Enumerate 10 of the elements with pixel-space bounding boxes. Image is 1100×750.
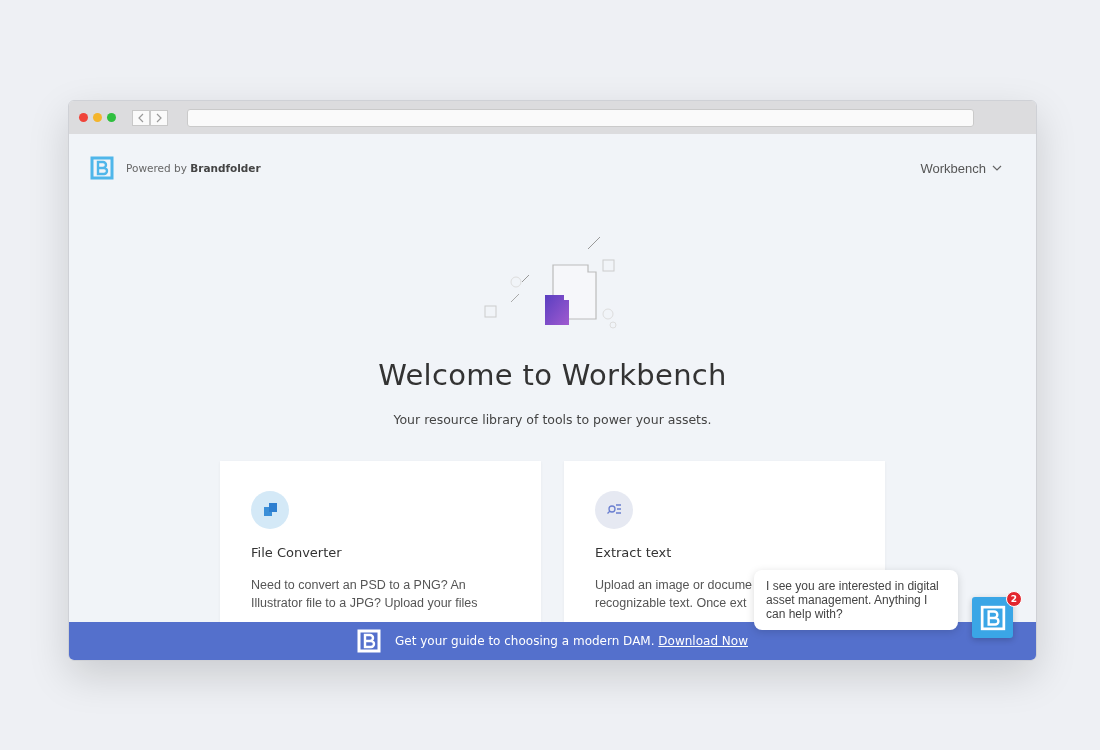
card-title: File Converter — [251, 545, 343, 560]
banner-text: Get your guide to choosing a modern DAM. Download Now — [395, 634, 748, 648]
card-title: Extract text — [595, 545, 673, 560]
notification-badge: 2 — [1006, 591, 1022, 607]
chat-tooltip: I see you are interested in digital asset management. Anything I can help with? — [754, 570, 958, 630]
powered-by-text: Powered by Brandfolder — [126, 162, 261, 174]
card-description: Need to convert an PSD to a PNG? An Illustrator file to a JPG? Upload your files — [251, 577, 478, 612]
page-title: Welcome to Workbench — [378, 358, 727, 392]
subtitle: Your resource library of tools to power your assets. — [393, 412, 712, 427]
card-description: Upload an image or docume recognizable text. Once ext — [595, 577, 753, 612]
